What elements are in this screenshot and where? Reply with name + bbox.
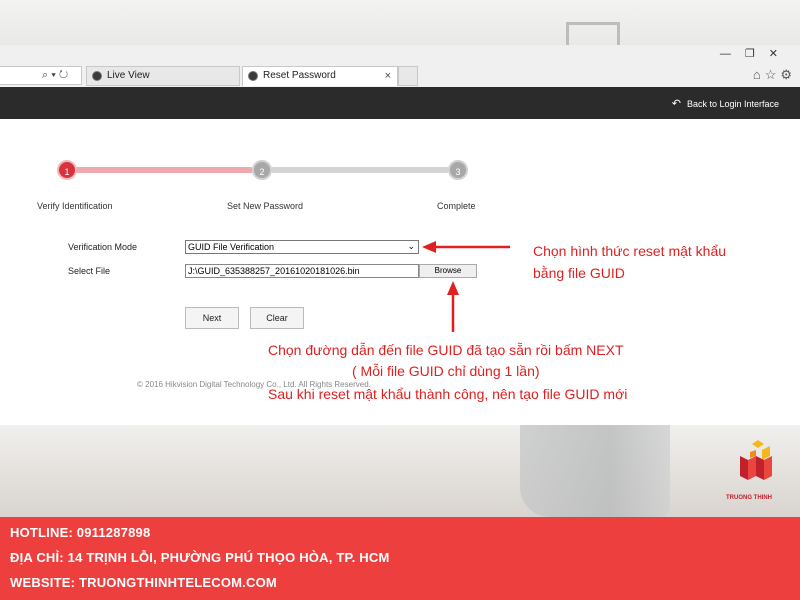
- annotation-file-line3: Sau khi reset mật khẩu thành công, nên t…: [268, 386, 628, 402]
- annotation-file-line1: Chọn đường dẫn đến file GUID đã tạo sẵn …: [268, 342, 624, 358]
- brand-logo-text: TRUONG THINH: [726, 495, 772, 501]
- footer-address: ĐỊA CHỈ: 14 TRỊNH LỖI, PHƯỜNG PHÚ THỌO H…: [10, 550, 390, 565]
- background-blanket-decor: [520, 425, 670, 517]
- truong-thinh-logo-icon: [740, 440, 772, 480]
- footer-hotline: HOTLINE: 0911287898: [10, 525, 151, 540]
- footer-website: WEBSITE: TRUONGTHINHTELECOM.COM: [10, 575, 277, 590]
- contact-footer: HOTLINE: 0911287898 ĐỊA CHỈ: 14 TRỊNH LỖ…: [0, 517, 800, 600]
- arrow-to-mode-select: [422, 241, 510, 253]
- annotation-mode-line1: Chọn hình thức reset mật khẩu: [533, 243, 727, 259]
- arrow-to-browse-button: [447, 281, 459, 332]
- annotation-mode-line2: bằng file GUID: [533, 265, 625, 281]
- background-room-decor: [0, 425, 800, 517]
- annotation-file-line2: ( Mỗi file GUID chỉ dùng 1 lần): [352, 363, 540, 379]
